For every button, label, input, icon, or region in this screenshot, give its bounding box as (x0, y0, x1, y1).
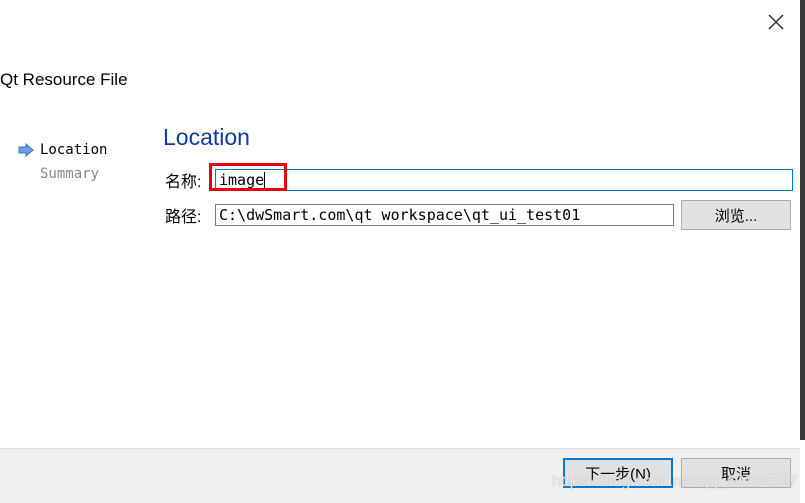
step-location: Location (18, 138, 107, 162)
page-heading: Location (163, 124, 250, 150)
browse-button[interactable]: 浏览... (681, 200, 791, 230)
step-summary: Summary (40, 166, 100, 182)
highlight-box (209, 163, 287, 191)
path-label: 路径: (165, 209, 202, 226)
watermark: https://blog.csdn.net/qq_40104597 (552, 473, 798, 490)
wizard-title: Qt Resource File (0, 70, 128, 89)
close-icon (768, 14, 784, 30)
close-button[interactable] (764, 10, 788, 34)
name-label: 名称: (165, 174, 202, 191)
path-input[interactable]: C:\dwSmart.com\qt workspace\qt_ui_test01 (215, 204, 674, 226)
window-edge (800, 0, 805, 440)
name-input[interactable]: image (215, 169, 793, 191)
arrow-right-icon (18, 143, 34, 157)
wizard-steps: Location Summary (18, 138, 107, 186)
